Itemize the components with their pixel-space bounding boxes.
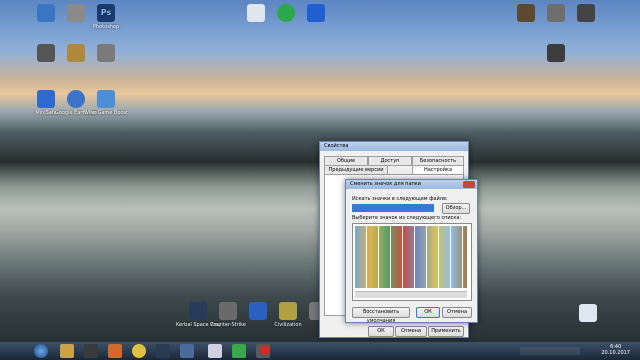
- file-path-input[interactable]: [352, 204, 434, 212]
- browse-button[interactable]: Обзор...: [442, 203, 470, 214]
- app-icon: [67, 4, 85, 22]
- app-icon: [307, 4, 325, 22]
- taskbar-app-icon[interactable]: [108, 344, 122, 358]
- clock[interactable]: 6:40 20.10.2017: [601, 344, 630, 356]
- ok-button[interactable]: ОК: [368, 326, 394, 337]
- taskbar-app-icon[interactable]: [180, 344, 194, 358]
- desktop-icon[interactable]: Wise Game Booster: [84, 90, 128, 116]
- cancel-button[interactable]: Отмена: [395, 326, 427, 337]
- app-icon: [67, 44, 85, 62]
- search-file-label: Искать значки в следующем файле:: [352, 196, 448, 202]
- change-icon-title: Сменить значок для папки: [346, 180, 477, 189]
- taskbar: 6:40 20.10.2017: [0, 342, 640, 360]
- app-icon: [219, 302, 237, 320]
- app-icon: [249, 302, 267, 320]
- app-icon: [189, 302, 207, 320]
- recycle-bin-icon[interactable]: [566, 304, 610, 324]
- desktop: Ps Photoshop MiniSafe Google Earth Pro Wi…: [0, 0, 640, 360]
- apply-button[interactable]: Применить: [428, 326, 464, 337]
- change-icon-dialog: Сменить значок для папки Искать значки в…: [345, 179, 478, 324]
- desktop-icon[interactable]: Ps Photoshop: [84, 4, 128, 30]
- app-icon: [37, 90, 55, 108]
- icon-ok-button[interactable]: ОК: [416, 307, 440, 318]
- desktop-icon[interactable]: [84, 44, 128, 64]
- start-button[interactable]: [34, 344, 48, 358]
- desktop-icon[interactable]: [294, 4, 338, 24]
- icon-grid-scrollbar[interactable]: [355, 291, 467, 298]
- google-earth-icon: [67, 90, 85, 108]
- record-icon[interactable]: [260, 345, 270, 355]
- system-tray: [520, 347, 580, 355]
- app-icon: [517, 4, 535, 22]
- recycle-bin-glyph: [579, 304, 597, 322]
- steam-icon[interactable]: [156, 344, 170, 358]
- photoshop-icon: Ps: [97, 4, 115, 22]
- clock-date: 20.10.2017: [601, 350, 630, 356]
- taskbar-app-icon[interactable]: [84, 344, 98, 358]
- app-icon: [247, 4, 265, 22]
- icon-grid-swatches: [355, 226, 467, 288]
- app-icon: [577, 4, 595, 22]
- app-icon: [37, 4, 55, 22]
- explorer-icon[interactable]: [60, 344, 74, 358]
- properties-title: Свойства: [320, 142, 468, 151]
- chrome-icon[interactable]: [132, 344, 146, 358]
- icon-cancel-button[interactable]: Отмена: [442, 307, 472, 318]
- close-icon[interactable]: [463, 181, 475, 188]
- taskbar-app-icon[interactable]: [232, 344, 246, 358]
- app-icon: [37, 44, 55, 62]
- app-icon: [547, 44, 565, 62]
- desktop-icon[interactable]: [534, 44, 578, 64]
- app-icon: [547, 4, 565, 22]
- app-icon: [279, 302, 297, 320]
- taskbar-app-icon[interactable]: [208, 344, 222, 358]
- app-icon: [277, 4, 295, 22]
- icon-grid[interactable]: [352, 223, 472, 301]
- app-icon: [97, 90, 115, 108]
- app-icon: [97, 44, 115, 62]
- select-icon-label: Выберите значок из следующего списка:: [352, 215, 462, 221]
- desktop-icon[interactable]: [564, 4, 608, 24]
- restore-defaults-button[interactable]: Восстановить умолчания: [352, 307, 410, 324]
